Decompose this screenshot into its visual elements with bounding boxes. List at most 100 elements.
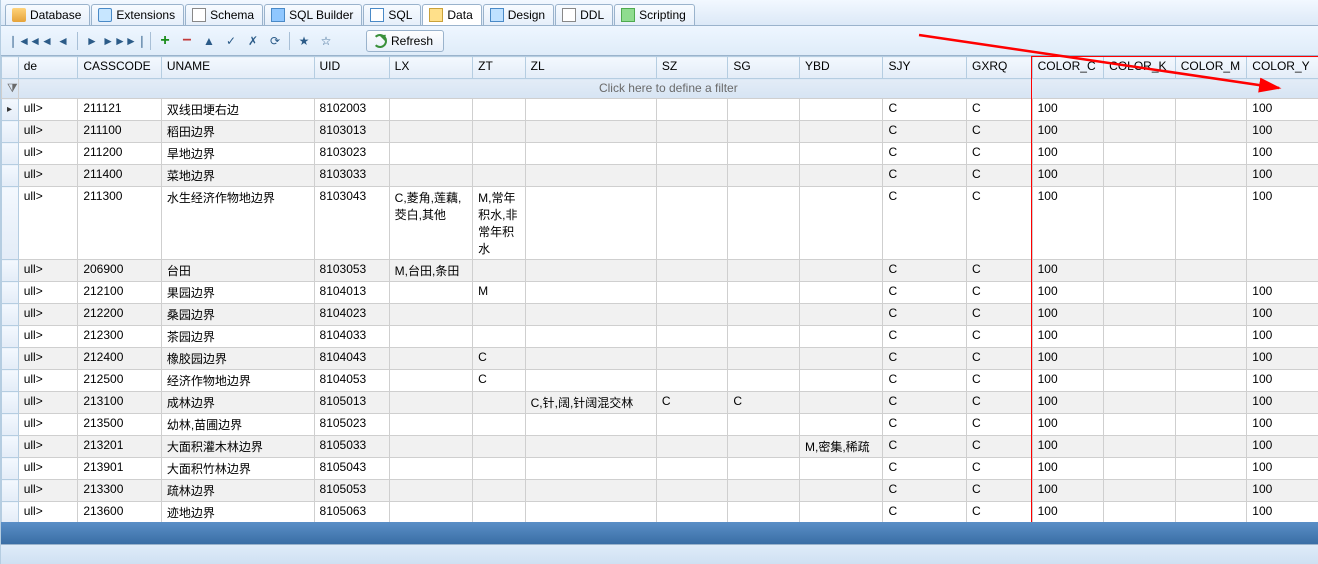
cell[interactable]: C <box>966 99 1032 121</box>
cell[interactable] <box>728 436 800 458</box>
cell[interactable]: 100 <box>1247 165 1318 187</box>
cell[interactable] <box>1104 436 1176 458</box>
cell[interactable]: 100 <box>1032 99 1104 121</box>
cell[interactable] <box>525 187 656 260</box>
cell[interactable]: 8105033 <box>314 436 389 458</box>
cell[interactable]: 大面积竹林边界 <box>161 458 314 480</box>
cell[interactable]: ull> <box>18 480 78 502</box>
cell[interactable] <box>389 165 473 187</box>
cell[interactable] <box>525 502 656 523</box>
cell[interactable]: 100 <box>1247 143 1318 165</box>
cell[interactable] <box>1175 165 1247 187</box>
cell[interactable]: C <box>966 458 1032 480</box>
first-record-button[interactable]: ❘◄ <box>9 31 29 51</box>
cell[interactable] <box>656 143 728 165</box>
cell[interactable] <box>525 480 656 502</box>
cell[interactable] <box>728 165 800 187</box>
cell[interactable] <box>656 370 728 392</box>
cell[interactable]: C <box>883 436 967 458</box>
cell[interactable] <box>525 143 656 165</box>
filter-placeholder[interactable]: Click here to define a filter <box>18 79 1318 99</box>
cell[interactable] <box>1104 260 1176 282</box>
cell[interactable]: ull> <box>18 392 78 414</box>
cell[interactable] <box>799 99 883 121</box>
col-header-color_m[interactable]: COLOR_M <box>1175 57 1247 79</box>
cell[interactable]: 211121 <box>78 99 162 121</box>
cell[interactable]: 8104043 <box>314 348 389 370</box>
cell[interactable] <box>1175 99 1247 121</box>
cell[interactable] <box>799 187 883 260</box>
cell[interactable] <box>1175 370 1247 392</box>
cell[interactable] <box>1175 260 1247 282</box>
cell[interactable] <box>799 370 883 392</box>
cell[interactable] <box>1104 348 1176 370</box>
cell[interactable]: 茶园边界 <box>161 326 314 348</box>
cell[interactable] <box>1104 187 1176 260</box>
cell[interactable] <box>1175 436 1247 458</box>
table-row[interactable]: ull>212100果园边界8104013MCC100100 <box>2 282 1318 304</box>
cell[interactable]: 成林边界 <box>161 392 314 414</box>
table-row[interactable]: ull>212200桑园边界8104023CC100100 <box>2 304 1318 326</box>
cell[interactable]: 100 <box>1032 348 1104 370</box>
cell[interactable] <box>1104 414 1176 436</box>
cell[interactable]: C <box>966 414 1032 436</box>
cell[interactable] <box>525 304 656 326</box>
cell[interactable] <box>728 458 800 480</box>
cell[interactable]: 幼林,苗圃边界 <box>161 414 314 436</box>
cell[interactable]: 100 <box>1032 414 1104 436</box>
cell[interactable]: C <box>883 121 967 143</box>
table-row[interactable]: ull>211300水生经济作物地边界8103043C,菱角,莲藕,茭白,其他M… <box>2 187 1318 260</box>
cell[interactable]: 100 <box>1247 99 1318 121</box>
col-header-sz[interactable]: SZ <box>656 57 728 79</box>
cell[interactable]: ull> <box>18 282 78 304</box>
cell[interactable]: 100 <box>1247 282 1318 304</box>
cell[interactable] <box>1104 143 1176 165</box>
cell[interactable] <box>656 502 728 523</box>
cell[interactable] <box>1175 392 1247 414</box>
col-header-lx[interactable]: LX <box>389 57 473 79</box>
cell[interactable]: 100 <box>1032 370 1104 392</box>
cell[interactable]: 100 <box>1032 260 1104 282</box>
cell[interactable] <box>656 326 728 348</box>
cell[interactable] <box>799 260 883 282</box>
cell[interactable]: 211100 <box>78 121 162 143</box>
cell[interactable]: 100 <box>1032 121 1104 143</box>
cell[interactable] <box>389 326 473 348</box>
cell[interactable] <box>1175 414 1247 436</box>
tab-sql-builder[interactable]: SQL Builder <box>264 4 362 25</box>
cell[interactable]: C <box>883 480 967 502</box>
next-page-button[interactable]: ►► <box>104 31 124 51</box>
cell[interactable] <box>389 121 473 143</box>
cell[interactable] <box>525 348 656 370</box>
cell[interactable]: 8103033 <box>314 165 389 187</box>
cell[interactable]: C <box>966 502 1032 523</box>
cell[interactable]: 100 <box>1032 326 1104 348</box>
col-header-ybd[interactable]: YBD <box>799 57 883 79</box>
cell[interactable]: C <box>883 370 967 392</box>
cell[interactable]: 100 <box>1032 436 1104 458</box>
cell[interactable] <box>473 392 525 414</box>
col-header-color_y[interactable]: COLOR_Y <box>1247 57 1318 79</box>
cell[interactable]: C <box>883 414 967 436</box>
col-header-color_k[interactable]: COLOR_K <box>1104 57 1176 79</box>
cell[interactable]: 212400 <box>78 348 162 370</box>
cell[interactable]: ull> <box>18 121 78 143</box>
cell[interactable] <box>728 370 800 392</box>
cell[interactable]: ull> <box>18 458 78 480</box>
cell[interactable] <box>1104 392 1176 414</box>
cell[interactable] <box>656 414 728 436</box>
cell[interactable]: 8104013 <box>314 282 389 304</box>
table-row[interactable]: ull>213500幼林,苗圃边界8105023CC100100 <box>2 414 1318 436</box>
cell[interactable] <box>473 260 525 282</box>
cell[interactable] <box>389 392 473 414</box>
cell[interactable]: 100 <box>1032 502 1104 523</box>
cell[interactable]: C,针,阔,针阔混交林 <box>525 392 656 414</box>
cell[interactable]: 211200 <box>78 143 162 165</box>
cell[interactable]: 211300 <box>78 187 162 260</box>
cell[interactable]: C <box>883 187 967 260</box>
cell[interactable]: C,菱角,莲藕,茭白,其他 <box>389 187 473 260</box>
cell[interactable]: 100 <box>1032 392 1104 414</box>
cell[interactable] <box>389 348 473 370</box>
last-record-button[interactable]: ►❘ <box>126 31 146 51</box>
cell[interactable] <box>473 458 525 480</box>
